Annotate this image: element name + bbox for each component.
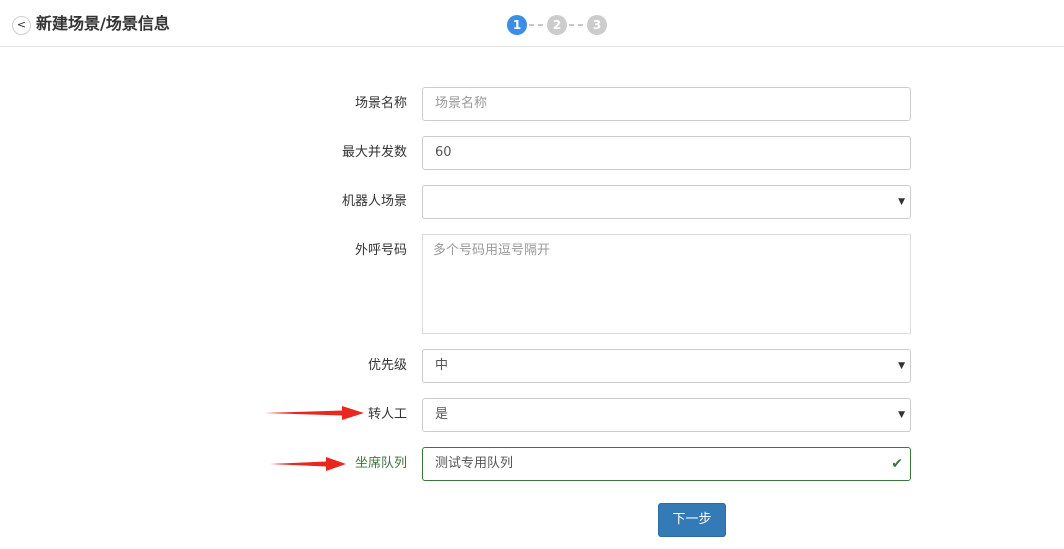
caret-down-icon: ▼ bbox=[898, 361, 905, 371]
page-title: 新建场景/场景信息 bbox=[36, 14, 170, 33]
outbound-numbers-placeholder: 多个号码用逗号隔开 bbox=[433, 243, 551, 258]
caret-down-icon: ▼ bbox=[898, 197, 905, 207]
transfer-to-human-label: 转人工 bbox=[367, 407, 407, 422]
priority-value: 中 bbox=[435, 358, 449, 373]
max-concurrency-input[interactable]: 60 bbox=[422, 136, 911, 170]
chevron-left-icon: < bbox=[16, 18, 27, 31]
robot-scene-select[interactable]: ▼ bbox=[422, 185, 911, 219]
scene-name-label: 场景名称 bbox=[354, 96, 407, 111]
step-2: 2 bbox=[547, 15, 567, 35]
outbound-numbers-label: 外呼号码 bbox=[354, 243, 407, 258]
max-concurrency-label: 最大并发数 bbox=[341, 145, 407, 160]
agent-queue-select[interactable]: 测试专用队列 ✔ bbox=[422, 447, 911, 481]
agent-queue-label: 坐席队列 bbox=[354, 456, 407, 471]
agent-queue-value: 测试专用队列 bbox=[435, 456, 514, 471]
transfer-to-human-select[interactable]: 是 ▼ bbox=[422, 398, 911, 432]
checkmark-icon: ✔ bbox=[891, 456, 903, 472]
outbound-numbers-textarea[interactable]: 多个号码用逗号隔开 bbox=[422, 234, 911, 334]
next-step-button[interactable]: 下一步 bbox=[658, 503, 726, 537]
step-divider bbox=[569, 24, 583, 26]
caret-down-icon: ▼ bbox=[898, 410, 905, 420]
back-button[interactable]: < bbox=[12, 16, 31, 35]
scene-name-input[interactable]: 场景名称 bbox=[422, 87, 911, 121]
step-1: 1 bbox=[507, 15, 527, 35]
step-divider bbox=[529, 24, 543, 26]
max-concurrency-value: 60 bbox=[435, 145, 452, 160]
priority-select[interactable]: 中 ▼ bbox=[422, 349, 911, 383]
page-header: < 新建场景/场景信息 1 2 3 bbox=[0, 0, 1064, 47]
step-3: 3 bbox=[587, 15, 607, 35]
scene-name-placeholder: 场景名称 bbox=[435, 96, 488, 111]
transfer-to-human-value: 是 bbox=[435, 407, 449, 422]
robot-scene-label: 机器人场景 bbox=[341, 194, 407, 209]
priority-label: 优先级 bbox=[367, 358, 407, 373]
